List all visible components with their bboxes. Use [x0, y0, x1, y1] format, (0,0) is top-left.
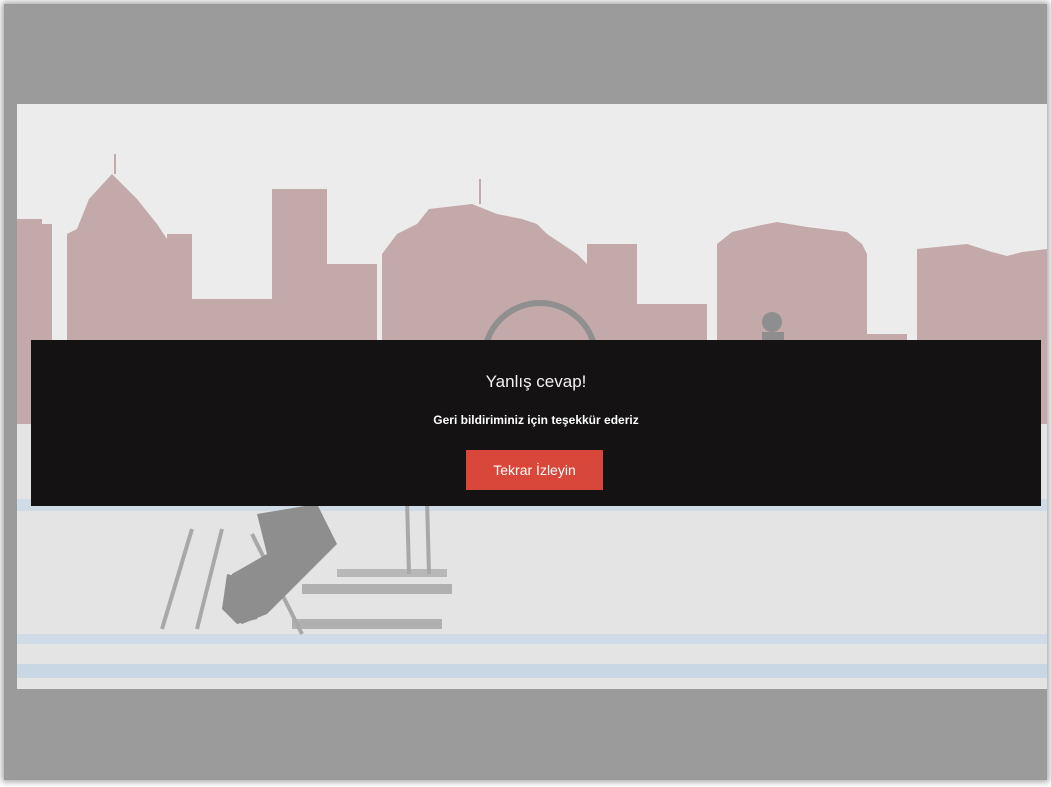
video-player-frame: Yanlış cevap! Geri bildiriminiz için teş… [4, 4, 1047, 780]
feedback-overlay: Yanlış cevap! Geri bildiriminiz için teş… [31, 340, 1041, 506]
replay-button[interactable]: Tekrar İzleyin [466, 450, 603, 490]
feedback-title: Yanlış cevap! [485, 372, 587, 391]
feedback-subtitle: Geri bildiriminiz için teşekkür ederiz [433, 413, 639, 427]
